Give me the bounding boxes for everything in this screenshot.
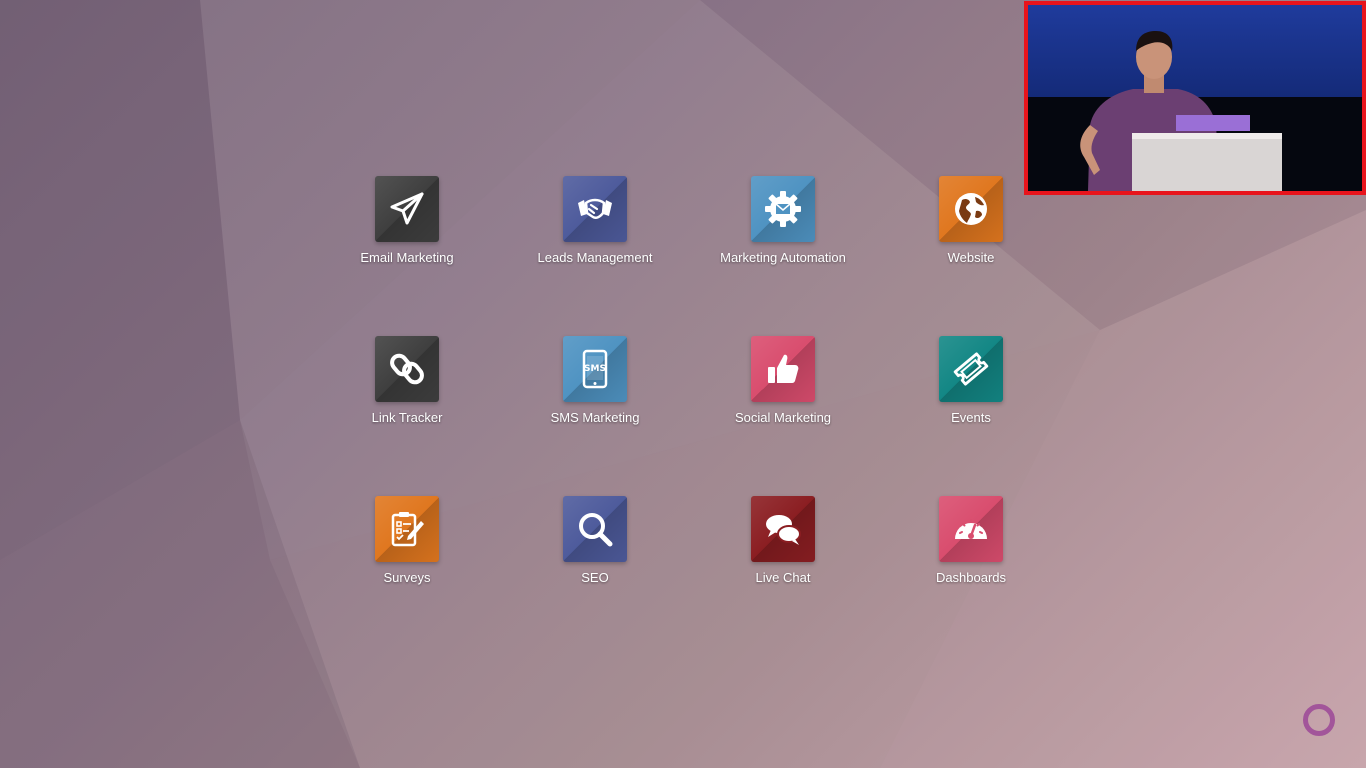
app-marketing-automation[interactable]: Marketing Automation — [689, 176, 877, 336]
chat-bubbles-icon — [766, 515, 801, 545]
app-tile — [563, 496, 627, 562]
sms-icon-text: SMS — [584, 364, 606, 374]
app-label: Social Marketing — [734, 410, 832, 425]
app-label: Live Chat — [755, 570, 811, 585]
app-sms-marketing[interactable]: SMS SMS Marketing — [501, 336, 689, 496]
app-label: Surveys — [383, 570, 431, 585]
app-dashboards[interactable]: Dashboards — [877, 496, 1065, 656]
app-tile — [939, 336, 1003, 402]
globe-icon — [955, 193, 987, 225]
app-label: Events — [951, 410, 991, 425]
app-surveys[interactable]: Surveys — [313, 496, 501, 656]
app-tile — [563, 176, 627, 242]
app-website[interactable]: Website — [877, 176, 1065, 336]
app-grid: Email Marketing Leads Management Marketi… — [313, 176, 1065, 656]
phone-sms-icon: SMS — [582, 349, 608, 389]
app-label: SMS Marketing — [550, 410, 640, 425]
app-tile — [939, 176, 1003, 242]
app-label: SEO — [581, 570, 609, 585]
thumbs-up-icon — [768, 354, 799, 383]
app-tile: SMS — [563, 336, 627, 402]
brand-ring-icon — [1303, 704, 1335, 736]
app-tile — [751, 496, 815, 562]
gear-envelope-icon — [765, 191, 801, 227]
app-tile — [375, 176, 439, 242]
ticket-icon — [953, 352, 989, 386]
presenter-video — [1028, 5, 1362, 191]
app-tile — [751, 336, 815, 402]
magnifier-icon — [579, 513, 613, 547]
webcam-overlay — [1024, 1, 1366, 195]
app-tile — [375, 496, 439, 562]
app-label: Leads Management — [537, 250, 653, 265]
handshake-icon — [578, 198, 612, 220]
app-label: Dashboards — [935, 570, 1007, 585]
app-events[interactable]: Events — [877, 336, 1065, 496]
app-email-marketing[interactable]: Email Marketing — [313, 176, 501, 336]
app-link-tracker[interactable]: Link Tracker — [313, 336, 501, 496]
app-leads-management[interactable]: Leads Management — [501, 176, 689, 336]
app-label: Email Marketing — [360, 250, 454, 265]
app-tile — [939, 496, 1003, 562]
app-social-marketing[interactable]: Social Marketing — [689, 336, 877, 496]
app-label: Website — [947, 250, 995, 265]
app-live-chat[interactable]: Live Chat — [689, 496, 877, 656]
chain-link-icon — [390, 353, 424, 385]
app-tile — [751, 176, 815, 242]
paper-plane-icon — [390, 192, 424, 225]
app-label: Link Tracker — [371, 410, 443, 425]
app-tile — [375, 336, 439, 402]
clipboard-pencil-icon — [391, 512, 424, 547]
app-label: Marketing Automation — [720, 250, 846, 265]
speedometer-icon — [955, 519, 987, 539]
app-seo[interactable]: SEO — [501, 496, 689, 656]
